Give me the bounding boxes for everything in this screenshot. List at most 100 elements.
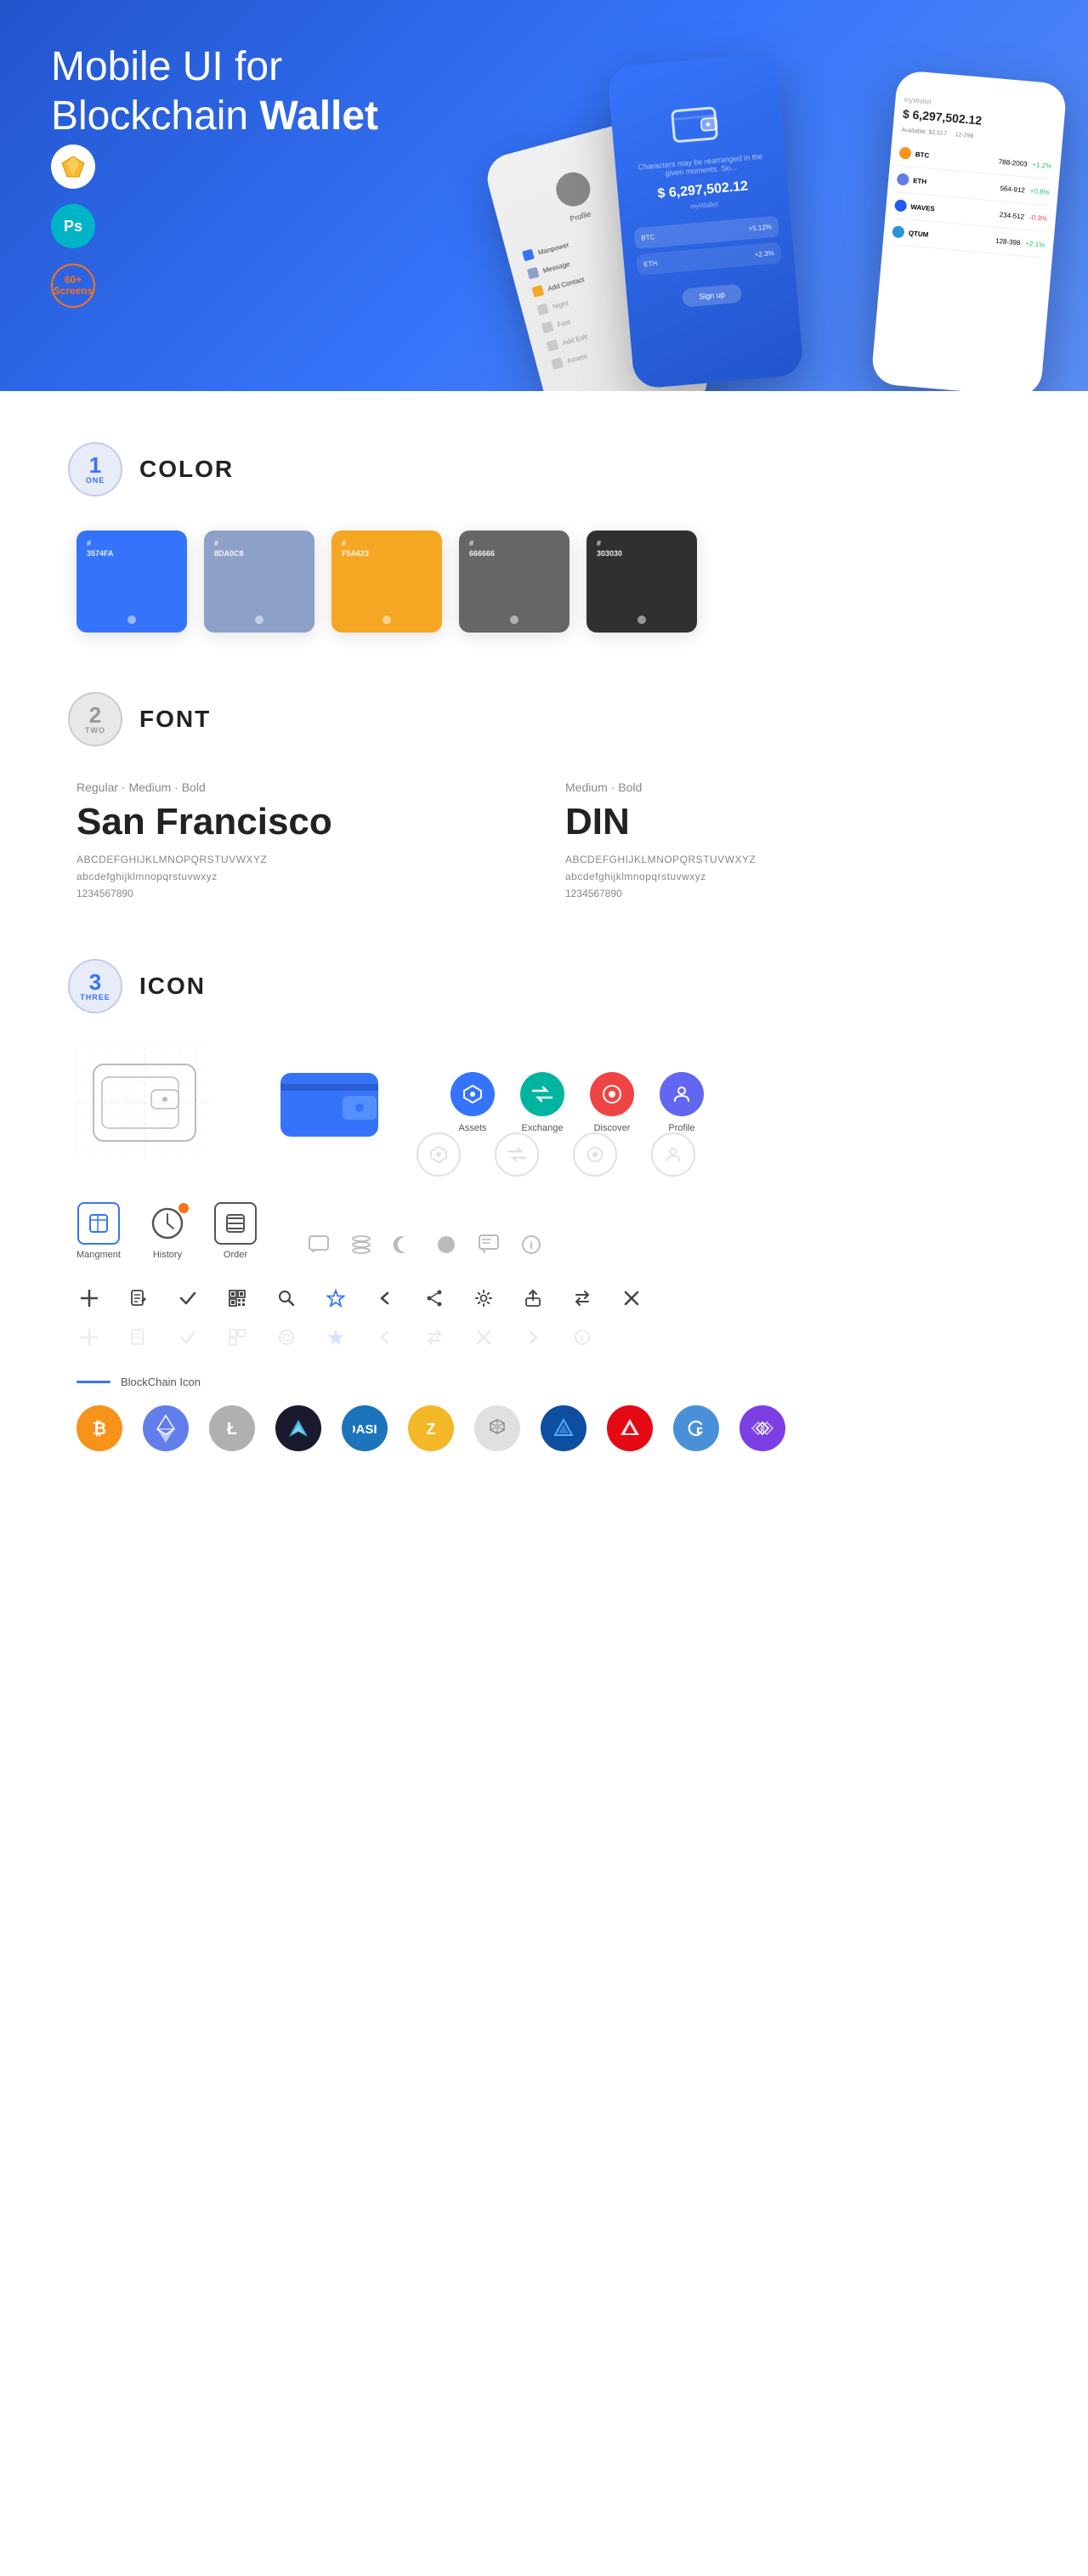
coin-golem (673, 1405, 719, 1451)
wallet-solid (264, 1047, 400, 1158)
check-icon (175, 1285, 201, 1311)
section-number-3: 3 THREE (68, 959, 122, 1013)
font-section-header: 2 TWO FONT (68, 692, 1020, 746)
coin-zcash: Z (408, 1405, 454, 1451)
assets-icon-item: Assets (450, 1072, 495, 1133)
left-arrow-icon-ghost (372, 1325, 398, 1350)
history-dot (178, 1203, 189, 1213)
info-icon-ghost: i (570, 1325, 595, 1350)
close-icon-ghost (471, 1325, 496, 1350)
swatch-blue: #3574FA (76, 531, 187, 633)
order-icon (214, 1202, 257, 1245)
coin-wings (275, 1405, 321, 1451)
section-number-2: 2 TWO (68, 692, 122, 746)
avatar (552, 168, 594, 210)
svg-text:i: i (581, 1333, 583, 1343)
document-edit-icon-ghost (126, 1325, 151, 1350)
qr-icon-ghost (224, 1325, 250, 1350)
hero-section: Mobile UI for Blockchain Wallet UI Kit P… (0, 0, 1088, 391)
ghost-discover-icon (573, 1132, 617, 1177)
coin-iota (474, 1405, 520, 1451)
plus-icon (76, 1285, 102, 1311)
ps-icon: Ps (51, 204, 95, 248)
exchange-icon-item: Exchange (520, 1072, 564, 1133)
icon-section: 3 THREE ICON (68, 959, 1020, 1451)
crypto-coins-row: ₿ Ł (76, 1405, 1020, 1451)
ghost-assets-icon (416, 1132, 461, 1177)
ghost-profile-icon (651, 1132, 695, 1177)
history-nav-item: History (146, 1202, 189, 1260)
coin-dash: DASH (342, 1405, 388, 1451)
font-section: 2 TWO FONT Regular · Medium · Bold San F… (68, 692, 1020, 899)
speech-icon (478, 1234, 500, 1260)
utility-icons-row-1 (76, 1285, 1020, 1311)
coin-matic (740, 1405, 785, 1451)
hero-title: Mobile UI for Blockchain Wallet (51, 43, 476, 140)
wallet-wireframe (76, 1047, 212, 1158)
history-icon (146, 1202, 189, 1245)
utility-icons-row-2: i (76, 1325, 1020, 1350)
icon-section-header: 3 THREE ICON (68, 959, 1020, 1013)
close-icon (619, 1285, 644, 1311)
coin-tron (607, 1405, 653, 1451)
sketch-icon (51, 145, 95, 189)
coin-btc: ₿ (76, 1405, 122, 1451)
exchange-icon (520, 1072, 564, 1116)
profile-icon (660, 1072, 704, 1116)
swatch-dark: #303030 (586, 531, 697, 633)
bottom-nav-icons: Mangment History (76, 1202, 1020, 1260)
svg-text:Ł: Ł (227, 1420, 237, 1438)
blockchain-label: BlockChain Icon (76, 1376, 1020, 1388)
comment-icon (308, 1234, 330, 1260)
svg-text:Z: Z (427, 1421, 436, 1438)
star-icon-ghost (323, 1325, 348, 1350)
phone-right: myWallet $ 6,297,502.12 Available: $2,51… (870, 70, 1067, 391)
coin-lisk (541, 1405, 586, 1451)
discover-icon (590, 1072, 634, 1116)
star-icon (323, 1285, 348, 1311)
font-title: FONT (139, 706, 211, 733)
order-nav-item: Order (214, 1202, 257, 1260)
swatch-gray: #666666 (459, 531, 570, 633)
management-nav-item: Mangment (76, 1202, 121, 1260)
font-din: Medium · Bold DIN ABCDEFGHIJKLMNOPQRSTUV… (565, 780, 1020, 899)
gear-icon (471, 1285, 496, 1311)
svg-text:₿: ₿ (93, 1420, 106, 1438)
main-content: 1 ONE COLOR #3574FA #8DA0C8 (0, 391, 1088, 1562)
coin-ltc: Ł (209, 1405, 255, 1451)
target-icon-ghost (274, 1325, 299, 1350)
font-sf: Regular · Medium · Bold San Francisco AB… (76, 780, 531, 899)
blockchain-line-decor (76, 1381, 110, 1383)
icon-title: ICON (139, 973, 206, 1000)
color-section-header: 1 ONE COLOR (68, 442, 1020, 496)
color-section: 1 ONE COLOR #3574FA #8DA0C8 (68, 442, 1020, 633)
phone-center: Characters may be rearranged in the give… (607, 53, 804, 389)
blockchain-label-text: BlockChain Icon (121, 1376, 201, 1388)
history-label: History (153, 1250, 182, 1260)
section-number-1: 1 ONE (68, 442, 122, 496)
coin-eth (143, 1405, 189, 1451)
icon-grid: Assets Exchange (76, 1047, 1020, 1451)
color-title: COLOR (139, 456, 234, 483)
dot-icon (435, 1234, 457, 1260)
qr-icon (224, 1285, 250, 1311)
moon-icon (393, 1234, 415, 1260)
search-icon (274, 1285, 299, 1311)
color-swatches: #3574FA #8DA0C8 #F5A623 (76, 531, 1020, 633)
left-arrow-icon (372, 1285, 398, 1311)
phones-container: Profile Manpower Message Add Contact Nig… (510, 51, 1088, 391)
discover-icon-item: Discover (590, 1072, 634, 1133)
svg-text:DASH: DASH (353, 1422, 377, 1437)
assets-icon (450, 1072, 495, 1116)
screens-badge: 60+Screens (51, 264, 95, 308)
misc-icons-row: i (308, 1234, 542, 1260)
document-edit-icon (126, 1285, 151, 1311)
svg-text:i: i (530, 1239, 533, 1251)
plus-icon-ghost (76, 1325, 102, 1350)
check-icon-ghost (175, 1325, 201, 1350)
double-arrow-icon-ghost (422, 1325, 447, 1350)
ghost-exchange-icon (495, 1132, 539, 1177)
info-icon: i (520, 1234, 542, 1260)
order-label: Order (224, 1250, 247, 1260)
font-grid: Regular · Medium · Bold San Francisco AB… (76, 780, 1020, 899)
